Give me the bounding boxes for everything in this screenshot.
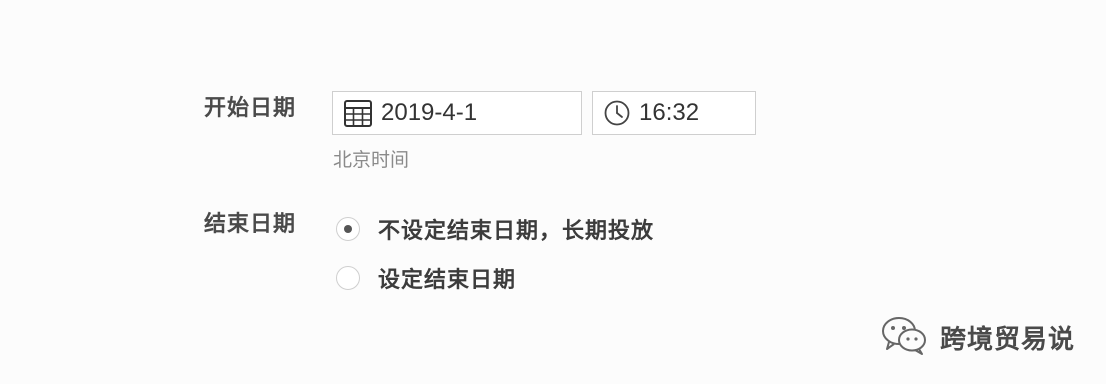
radio-label-set-end-date: 设定结束日期: [378, 268, 517, 293]
start-time-input[interactable]: 16:32: [592, 91, 756, 135]
radio-option-set-end-date[interactable]: 设定结束日期: [336, 262, 516, 294]
watermark-text: 跨境贸易说: [940, 324, 1076, 355]
end-date-label: 结束日期: [204, 212, 297, 237]
radio-option-no-end-date[interactable]: 不设定结束日期，长期投放: [336, 213, 654, 245]
start-date-value: 2019-4-1: [381, 99, 478, 126]
calendar-icon: [343, 98, 373, 128]
wechat-icon: [880, 314, 928, 360]
radio-button-checked[interactable]: [336, 217, 360, 241]
clock-icon: [603, 99, 631, 127]
start-date-label: 开始日期: [204, 96, 297, 121]
radio-label-no-end-date: 不设定结束日期，长期投放: [378, 219, 655, 244]
radio-button-unchecked[interactable]: [336, 266, 360, 290]
timezone-hint: 北京时间: [333, 149, 410, 171]
start-date-input[interactable]: 2019-4-1: [332, 91, 582, 135]
watermark: 跨境贸易说: [880, 314, 1075, 360]
start-time-value: 16:32: [639, 99, 700, 126]
